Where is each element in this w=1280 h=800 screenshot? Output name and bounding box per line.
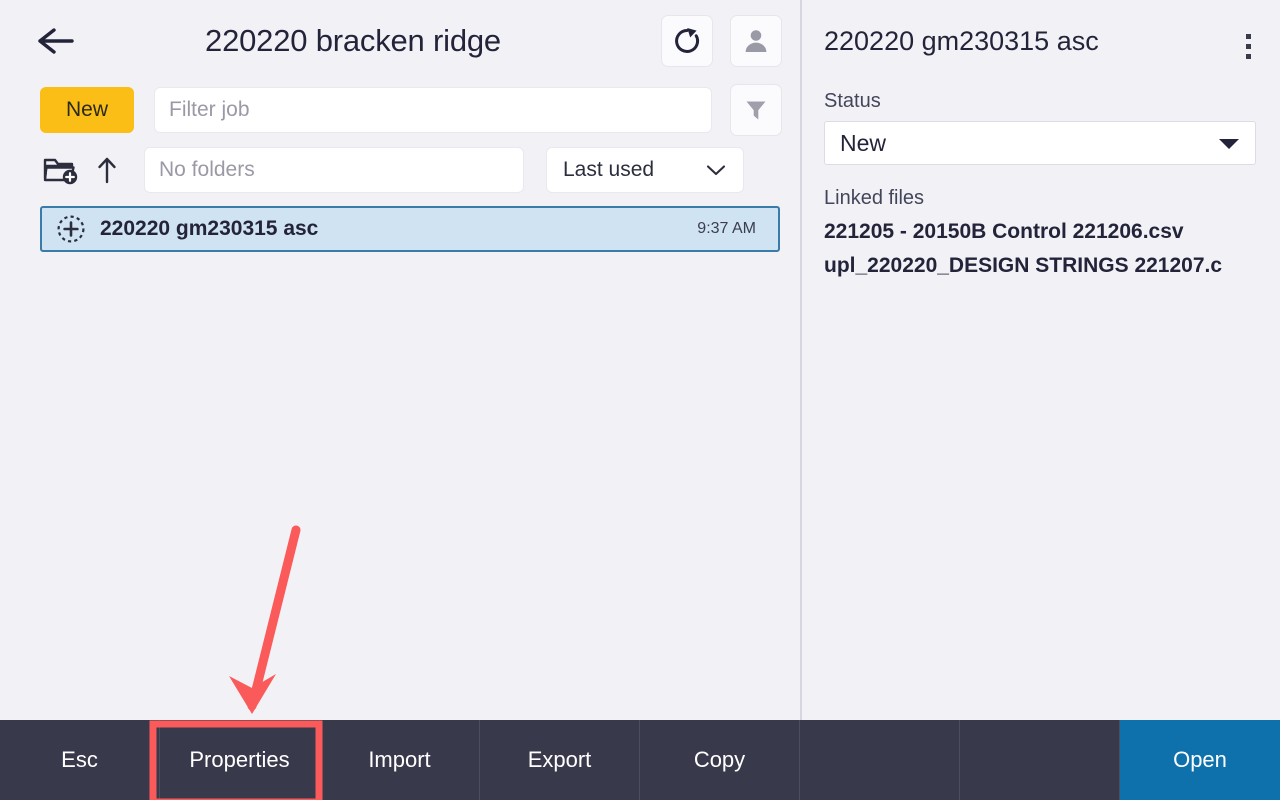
dashed-circle-plus-icon <box>56 214 86 244</box>
funnel-icon <box>746 101 766 120</box>
filter-toolbar-row: New <box>0 82 800 138</box>
refresh-icon <box>675 28 700 53</box>
body-area: 220220 bracken ridge New Filter job No f… <box>0 0 1280 720</box>
account-button[interactable] <box>730 15 782 67</box>
folders-input[interactable] <box>144 147 524 193</box>
job-list-item[interactable]: 220220 gm230315 asc 9:37 AM <box>40 206 780 252</box>
status-label: Status <box>824 90 881 112</box>
bottom-action-bar: Esc Properties Import Export Copy Open <box>0 720 1280 800</box>
job-detail-pane: 220220 gm230315 asc Status New Linked fi… <box>802 0 1280 720</box>
bottom-bar-esc[interactable]: Esc <box>0 720 160 800</box>
refresh-button[interactable] <box>661 15 713 67</box>
detail-header: 220220 gm230315 asc <box>824 0 1280 66</box>
bottom-bar-properties[interactable]: Properties <box>160 720 320 800</box>
bottom-bar-import[interactable]: Import <box>320 720 480 800</box>
folder-add-icon <box>43 158 78 185</box>
page-title: 220220 bracken ridge <box>205 23 501 58</box>
status-value: New <box>840 129 887 156</box>
bottom-bar-export[interactable]: Export <box>480 720 640 800</box>
filter-job-input[interactable] <box>154 87 712 133</box>
linked-files-list: 221205 - 20150B Control 221206.csv upl_2… <box>824 215 1280 283</box>
sort-order-select[interactable]: Last used <box>546 147 744 193</box>
job-list-item-time: 9:37 AM <box>697 220 756 237</box>
chevron-down-filled-icon <box>1219 139 1239 149</box>
arrow-up-icon <box>98 157 116 184</box>
bottom-bar-empty-slot <box>960 720 1120 800</box>
detail-title: 220220 gm230315 asc <box>824 26 1099 56</box>
kebab-menu-icon <box>1245 43 1251 49</box>
chevron-down-icon <box>706 165 726 176</box>
add-folder-button[interactable] <box>40 149 82 191</box>
job-list-item-name: 220220 gm230315 asc <box>100 217 319 240</box>
filter-options-button[interactable] <box>730 84 782 136</box>
job-browser-pane: 220220 bracken ridge New Filter job No f… <box>0 0 800 720</box>
user-icon <box>745 30 767 52</box>
sort-order-value: Last used <box>563 158 655 181</box>
kebab-menu-icon <box>1245 33 1251 39</box>
bottom-bar-open[interactable]: Open <box>1120 720 1280 800</box>
job-list: 220220 gm230315 asc 9:37 AM <box>0 198 800 252</box>
new-button[interactable]: New <box>40 87 134 133</box>
app-root: 220220 bracken ridge New Filter job No f… <box>0 0 1280 800</box>
linked-files-label: Linked files <box>824 187 925 209</box>
folders-toolbar-row: Last used <box>0 142 800 198</box>
back-button[interactable] <box>30 15 82 67</box>
app-header: 220220 bracken ridge <box>0 0 800 82</box>
status-select[interactable]: New <box>824 121 1256 165</box>
parent-folder-button[interactable] <box>90 149 124 191</box>
arrow-left-icon <box>38 28 74 54</box>
detail-menu-button[interactable] <box>1230 26 1266 66</box>
linked-file-item[interactable]: 221205 - 20150B Control 221206.csv <box>824 215 1280 249</box>
kebab-menu-icon <box>1245 53 1251 59</box>
bottom-bar-copy[interactable]: Copy <box>640 720 800 800</box>
bottom-bar-empty-slot <box>800 720 960 800</box>
linked-file-item[interactable]: upl_220220_DESIGN STRINGS 221207.c <box>824 249 1280 283</box>
